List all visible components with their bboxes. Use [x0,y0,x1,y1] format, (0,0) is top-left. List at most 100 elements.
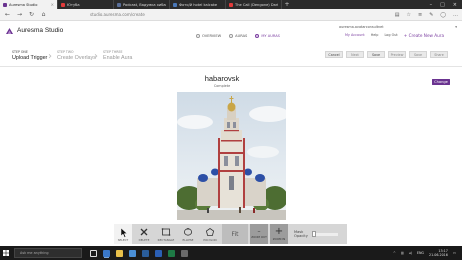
forward-arrow-icon[interactable]: → [16,11,23,18]
share-icon[interactable]: ◯ [440,12,446,18]
store-icon[interactable] [129,249,136,257]
window-controls: – □ × [430,0,462,9]
polygon-icon [205,227,215,236]
help-link[interactable]: Help [371,33,379,38]
photoshop-icon[interactable] [142,249,149,257]
refresh-icon[interactable]: ↻ [28,11,35,18]
step-number: STEP TWO [57,50,74,54]
edge-browser-icon[interactable] [103,249,110,257]
nav-item-overview[interactable]: OVERVIEW [196,34,221,38]
browser-tab-strip: Auresma Studio × Ютуба Podcast, Вадумка … [0,0,462,9]
step-create-overlays[interactable]: STEP TWO Create Overlays [57,50,96,61]
home-icon[interactable]: ⌂ [40,11,47,18]
minimize-icon[interactable]: – [430,2,433,8]
web-note-icon[interactable]: ✎ [429,12,433,18]
favorite-star-icon[interactable]: ☆ [407,12,411,18]
delete-tool[interactable]: DELETE [134,224,154,244]
browser-tab[interactable]: Ютуба [58,0,114,9]
tray-arrow-icon[interactable]: ^ [393,251,396,255]
browser-tab[interactable]: Podcast, Вадумка хибасика [114,0,170,9]
fit-button[interactable]: Fit [222,224,248,244]
tab-label: Podcast, Вадумка хибасика [123,2,166,7]
create-new-aura-label: Create New Aura [408,33,445,38]
zoom-in-icon: + [274,226,284,237]
language-indicator[interactable]: ENG [417,251,424,255]
taskbar-search[interactable]: Ask me anything [14,248,82,258]
preview-button[interactable]: Preview [388,51,406,58]
browser-tab[interactable]: Фото/й hotel kalcake [170,0,226,9]
new-tab-button[interactable]: + [282,0,292,9]
save-button[interactable]: Save [367,51,385,58]
rectangle-tool[interactable]: RECTANGLE [156,224,176,244]
reading-view-icon[interactable]: ▤ [395,12,400,18]
polygon-tool[interactable]: POLYGON [200,224,220,244]
next-button[interactable]: Next [346,51,364,58]
network-icon[interactable]: ▥ [401,251,404,255]
mouse-pointer-icon [121,228,128,238]
os-taskbar: Ask me anything ^ ▥ ◂) ENG 13:17 21.06.2… [0,246,462,260]
url-field[interactable]: studio.auresma.com/create [52,11,390,19]
my-auras-icon [255,34,260,38]
browser-tab[interactable]: The Call (Dengone) Daria M [226,0,282,9]
favicon-icon [229,2,233,7]
ellipse-tool[interactable]: ELLIPSE [178,224,198,244]
back-arrow-icon[interactable]: ← [4,11,11,18]
mask-opacity-slider[interactable] [311,231,338,237]
rectangle-icon [161,227,171,236]
excel-icon[interactable] [168,249,175,257]
word-icon[interactable] [155,249,162,257]
mask-opacity-label: Mask Opacity [294,230,308,238]
overview-icon [196,34,200,38]
share-button[interactable]: Share [430,51,448,58]
action-buttons: Cancel Next Save Preview Save Share [325,51,448,58]
notifications-icon[interactable]: ▭ [453,251,456,255]
cathedral-photo [177,92,286,220]
favicon-icon [3,2,7,7]
step-name: Create Overlays [57,55,96,61]
trigger-image[interactable] [177,92,286,220]
close-window-icon[interactable]: × [453,2,457,8]
more-icon[interactable]: … [453,12,458,18]
app-header: Auresma Studio OVERVIEW AURAS MY AURAS a… [0,21,462,45]
step-name: Enable Aura [103,55,133,61]
windows-start-button[interactable] [0,246,12,260]
mail-icon[interactable] [181,249,188,257]
tab-label: Ютуба [67,2,80,7]
nav-label: MY AURAS [261,34,280,38]
user-dropdown-icon[interactable]: ▾ [455,25,457,29]
auresma-logo-icon[interactable] [6,28,13,34]
top-nav: OVERVIEW AURAS MY AURAS [196,34,280,38]
close-icon[interactable]: × [51,2,54,7]
save-secondary-button[interactable]: Save [409,51,427,58]
my-account-link[interactable]: My Account [345,33,365,38]
nav-label: OVERVIEW [202,34,222,38]
file-explorer-icon[interactable] [116,249,123,257]
step-upload-trigger[interactable]: STEP ONE Upload Trigger [12,50,47,61]
tool-label: RECTANGLE [157,237,175,242]
change-button[interactable]: Change [432,79,450,85]
nav-item-my-auras[interactable]: MY AURAS [255,34,280,38]
windows-logo-icon [3,250,9,256]
clock[interactable]: 13:17 21.06.2016 [429,249,448,257]
zoom-out-button[interactable]: – ZOOM OUT [250,224,268,244]
cancel-button[interactable]: Cancel [325,51,343,58]
browser-tab[interactable]: Auresma Studio × [0,0,58,9]
zoom-in-button[interactable]: + ZOOM IN [270,224,288,244]
favicon-icon [117,2,121,7]
maximize-icon[interactable]: □ [440,2,445,8]
task-view-icon[interactable] [90,249,97,257]
tab-label: Auresma Studio [9,2,38,7]
create-new-aura-link[interactable]: + Create New Aura [404,33,444,38]
step-enable-aura[interactable]: STEP THREE Enable Aura [103,50,132,61]
slider-handle[interactable] [311,231,316,237]
hub-icon[interactable]: ≡ [418,12,422,18]
nav-item-auras[interactable]: AURAS [229,34,247,38]
tool-label: ELLIPSE [182,237,194,242]
volume-icon[interactable]: ◂) [409,251,412,255]
brand-name[interactable]: Auresma Studio [17,27,63,34]
address-bar: ← → ↻ ⌂ studio.auresma.com/create ▤ ☆ ≡ … [0,9,462,21]
favicon-icon [173,2,177,7]
logout-link[interactable]: Log Out [384,33,397,38]
browser-toolbar-icons: ▤ ☆ ≡ ✎ ◯ … [395,12,458,18]
nav-label: AURAS [235,34,248,38]
